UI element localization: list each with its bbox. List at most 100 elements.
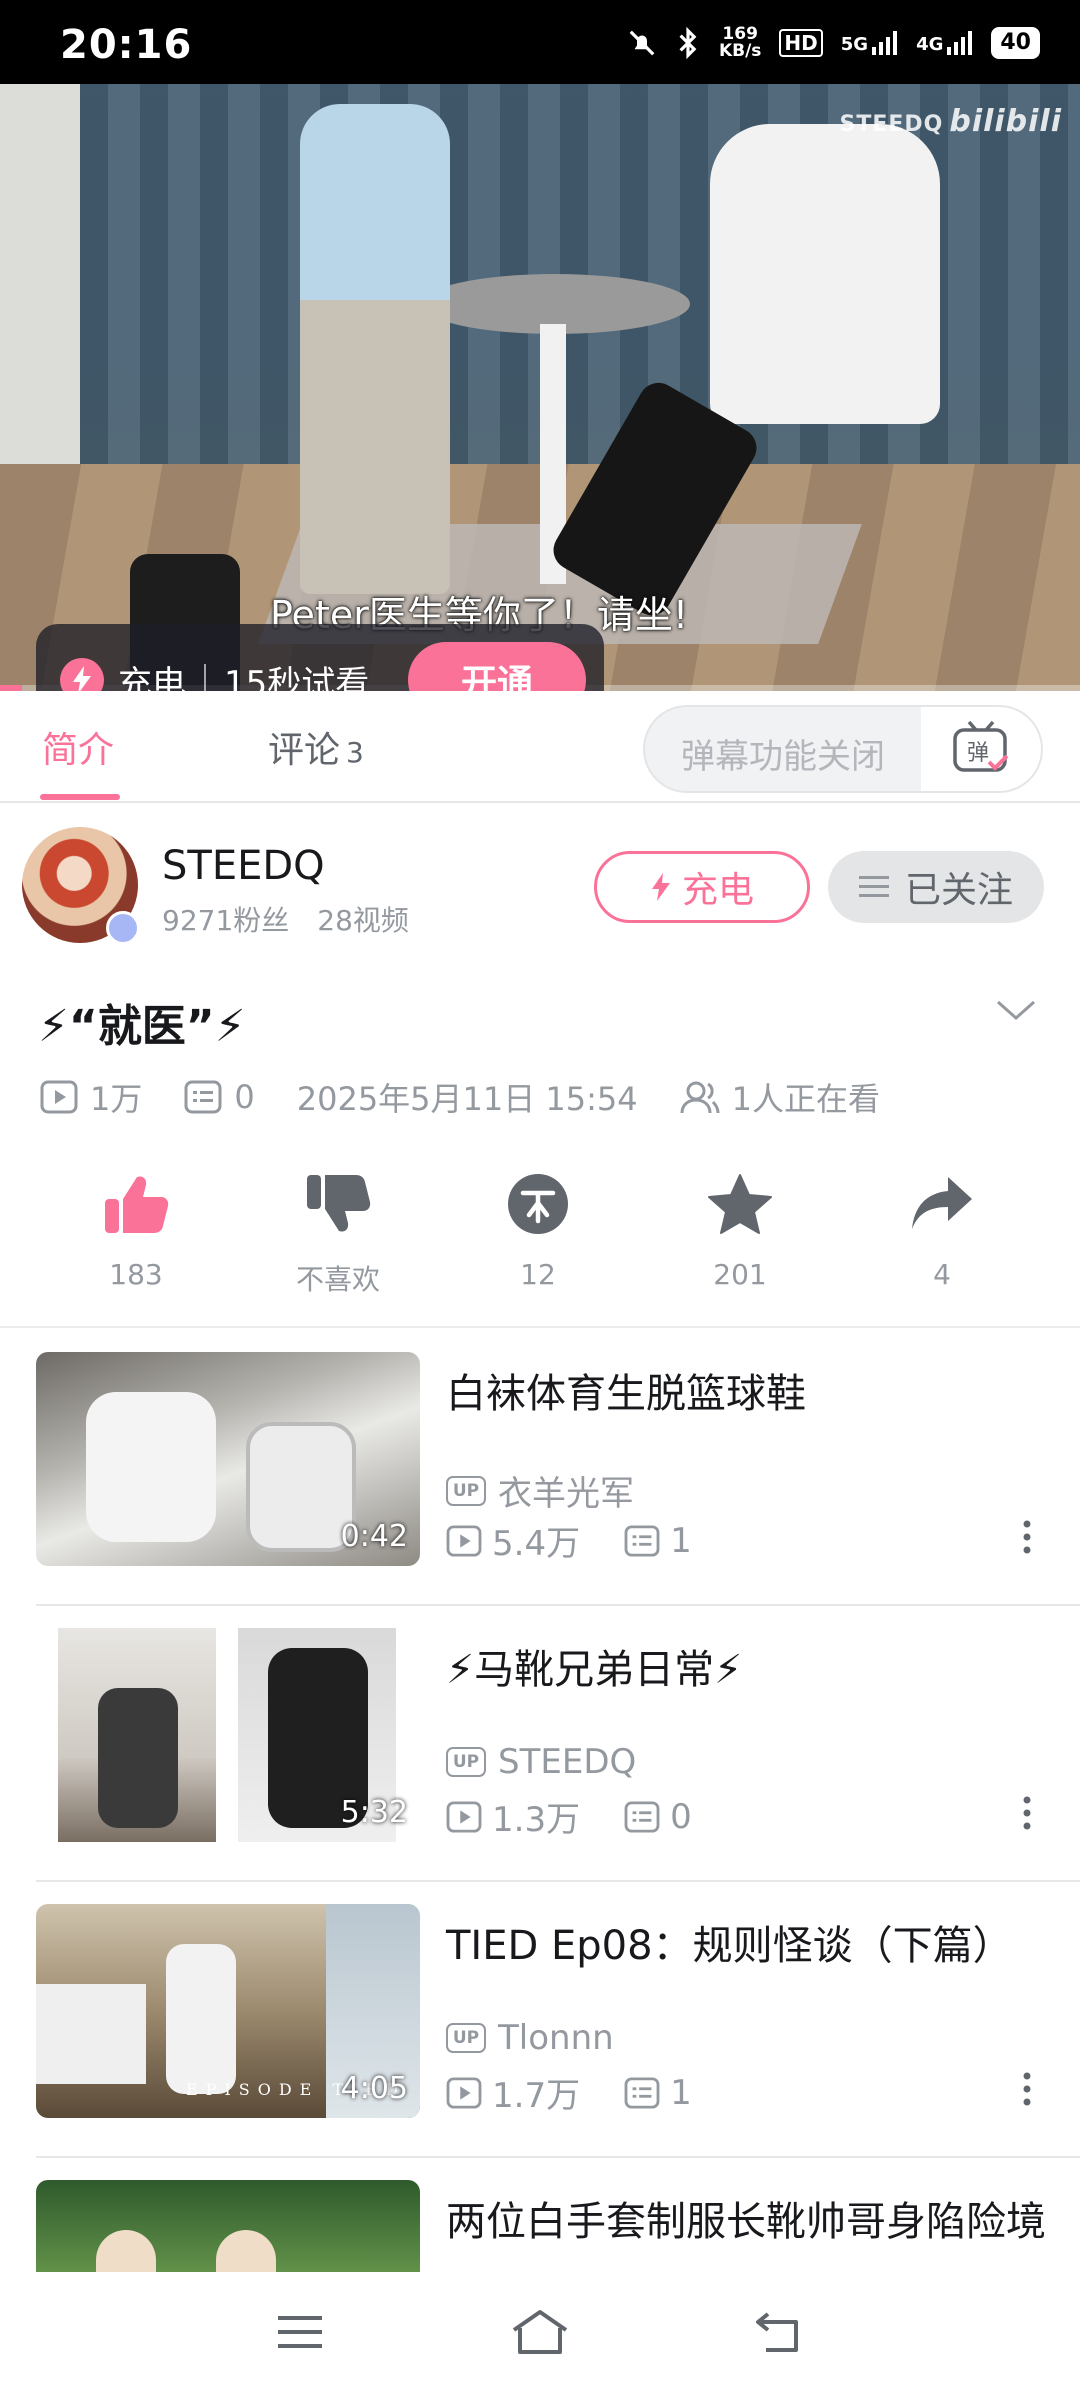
- follow-button-label: 已关注: [904, 870, 1013, 911]
- more-options-button[interactable]: [1022, 1796, 1032, 1834]
- danmaku-count: 0: [234, 1078, 255, 1116]
- play-count-icon: [446, 1800, 482, 1833]
- nav-home-button[interactable]: [500, 2302, 580, 2362]
- uploader-name[interactable]: STEEDQ: [162, 843, 325, 889]
- list-item[interactable]: 0:42 白袜体育生脱篮球鞋 UP 衣羊光军 5.4万 1: [36, 1330, 1080, 1606]
- video-duration: 0:42: [340, 1519, 408, 1554]
- list-item[interactable]: EPISODE TIED 4:05 TIED Ep08：规则怪谈（下篇） UP T…: [36, 1882, 1080, 2158]
- signal-bars-icon: [947, 31, 973, 55]
- up-badge-icon: UP: [446, 1475, 486, 1506]
- thumbnail-shoe: [86, 1392, 216, 1542]
- related-danmaku: 1: [670, 1520, 692, 1561]
- danmaku-tv-icon: 弹: [953, 720, 1009, 772]
- open-charge-button[interactable]: 开通: [408, 642, 586, 691]
- danmaku-button-glyph: 弹: [967, 741, 989, 766]
- signal-4g: 4G: [916, 31, 973, 55]
- video-title: ⚡“就医”⚡: [38, 1001, 246, 1052]
- video-player[interactable]: STEEDQ bilibili Peter医生等你了！请坐! 充电 15秒试看 开…: [0, 84, 1080, 691]
- more-options-button[interactable]: [1022, 1520, 1032, 1558]
- danmaku-count-icon: [184, 1080, 222, 1114]
- danmaku-placeholder: 弹幕功能关闭: [681, 737, 885, 777]
- related-views: 5.4万: [492, 1524, 581, 1564]
- detail-tabs: 简介 评论 3 弹幕功能关闭 弹: [0, 691, 1080, 803]
- favorite-button[interactable]: 201: [640, 1168, 840, 1291]
- more-vertical-icon: [1023, 1796, 1031, 1830]
- signal-5g-label: 5G: [840, 34, 869, 55]
- thumbnail-person: [166, 1944, 236, 2094]
- related-danmaku: 0: [670, 1796, 692, 1837]
- play-count-icon: [446, 1524, 482, 1557]
- signal-5g: 5G: [841, 31, 898, 55]
- signal-bars-icon: [872, 31, 898, 55]
- charge-button[interactable]: 充电: [594, 851, 810, 923]
- danmaku-count-icon: [624, 2076, 660, 2109]
- tab-active-indicator: [40, 794, 120, 800]
- tab-comments-count: 3: [346, 736, 364, 769]
- signal-4g-label: 4G: [916, 34, 944, 55]
- more-vertical-icon: [1023, 2072, 1031, 2106]
- play-count-icon: [40, 1080, 78, 1114]
- related-danmaku: 1: [670, 2072, 692, 2113]
- video-thumbnail: 5:32: [36, 1628, 420, 1842]
- dislike-button[interactable]: 不喜欢: [238, 1168, 438, 1298]
- danmaku-input[interactable]: 弹幕功能关闭 弹: [643, 705, 1043, 793]
- video-thumbnail: 0:42: [36, 1352, 420, 1566]
- charge-divider: [204, 664, 206, 691]
- related-uploader-name: STEEDQ: [498, 1742, 637, 1782]
- coin-button[interactable]: 12: [438, 1168, 638, 1291]
- avatar[interactable]: [22, 827, 140, 945]
- uploader-row: STEEDQ 9271粉丝 28视频 充电 已关注: [0, 803, 1080, 953]
- related-stats: 1.3万 0: [446, 1792, 692, 1841]
- list-item[interactable]: 5:32 ⚡马靴兄弟日常⚡ UP STEEDQ 1.3万 0: [36, 1606, 1080, 1882]
- star-icon: [708, 1174, 772, 1234]
- expand-description-button[interactable]: [996, 998, 1036, 1026]
- battery-indicator: 40: [991, 27, 1040, 59]
- bluetooth-icon: [675, 27, 701, 59]
- related-uploader-name: 衣羊光军: [498, 1474, 634, 1514]
- verified-badge-icon: [106, 911, 140, 945]
- video-scene-person-seated: [710, 124, 940, 424]
- tab-intro[interactable]: 简介: [42, 721, 114, 773]
- share-button[interactable]: 4: [842, 1168, 1042, 1291]
- danmaku-toggle-button[interactable]: 弹: [921, 707, 1041, 791]
- watermark-brand: STEEDQ: [839, 112, 944, 137]
- status-bar: 20:16 169 KB/s HD 5G 4G 40: [0, 0, 1080, 84]
- system-nav-bar: [0, 2272, 1080, 2400]
- list-item[interactable]: 两位白手套制服长靴帅哥身陷险境: [36, 2158, 1080, 2272]
- status-icons: 169 KB/s HD 5G 4G 40: [627, 26, 1040, 60]
- related-uploader: UP Tlonnn: [446, 2018, 614, 2058]
- tab-comments-label: 评论: [268, 730, 341, 771]
- nav-back-button[interactable]: [740, 2302, 820, 2362]
- trial-label: 15秒试看: [224, 663, 370, 692]
- thumbs-down-icon: [307, 1175, 371, 1232]
- related-title: TIED Ep08：规则怪谈（下篇）: [446, 1923, 1013, 1969]
- watching-people-icon: [680, 1081, 720, 1114]
- publish-time: 2025年5月11日 15:54: [296, 1080, 638, 1118]
- charge-button-label: 充电: [681, 870, 754, 911]
- tab-comments[interactable]: 评论 3: [268, 721, 364, 773]
- video-watermark: STEEDQ bilibili: [839, 104, 1062, 139]
- menu-icon: [278, 2316, 322, 2348]
- more-options-button[interactable]: [1022, 2072, 1032, 2110]
- thumbs-up-icon: [105, 1176, 169, 1233]
- up-badge-icon: UP: [446, 2023, 486, 2053]
- view-count: 1万: [90, 1080, 143, 1118]
- action-bar: 183 不喜欢 12 201 4: [0, 1168, 1080, 1328]
- menu-lines-icon: [858, 876, 889, 897]
- nav-menu-button[interactable]: [260, 2302, 340, 2362]
- lightning-icon: [60, 658, 104, 691]
- follow-button[interactable]: 已关注: [828, 851, 1044, 923]
- related-views: 1.7万: [492, 2076, 581, 2116]
- play-count-icon: [446, 2076, 482, 2109]
- favorite-count: 201: [713, 1258, 767, 1291]
- coin-icon: [508, 1174, 568, 1234]
- mute-bell-icon: [627, 28, 657, 58]
- danmaku-count-icon: [624, 1800, 660, 1833]
- charge-trial-overlay: 充电 15秒试看 开通: [36, 624, 604, 691]
- watching-count: 1人正在看: [731, 1080, 881, 1118]
- video-thumbnail: [36, 2180, 420, 2272]
- thumbnail-panel: [58, 1628, 216, 1842]
- share-arrow-icon: [912, 1177, 972, 1229]
- like-button[interactable]: 183: [36, 1168, 236, 1291]
- video-scene-person-standing: [300, 104, 450, 594]
